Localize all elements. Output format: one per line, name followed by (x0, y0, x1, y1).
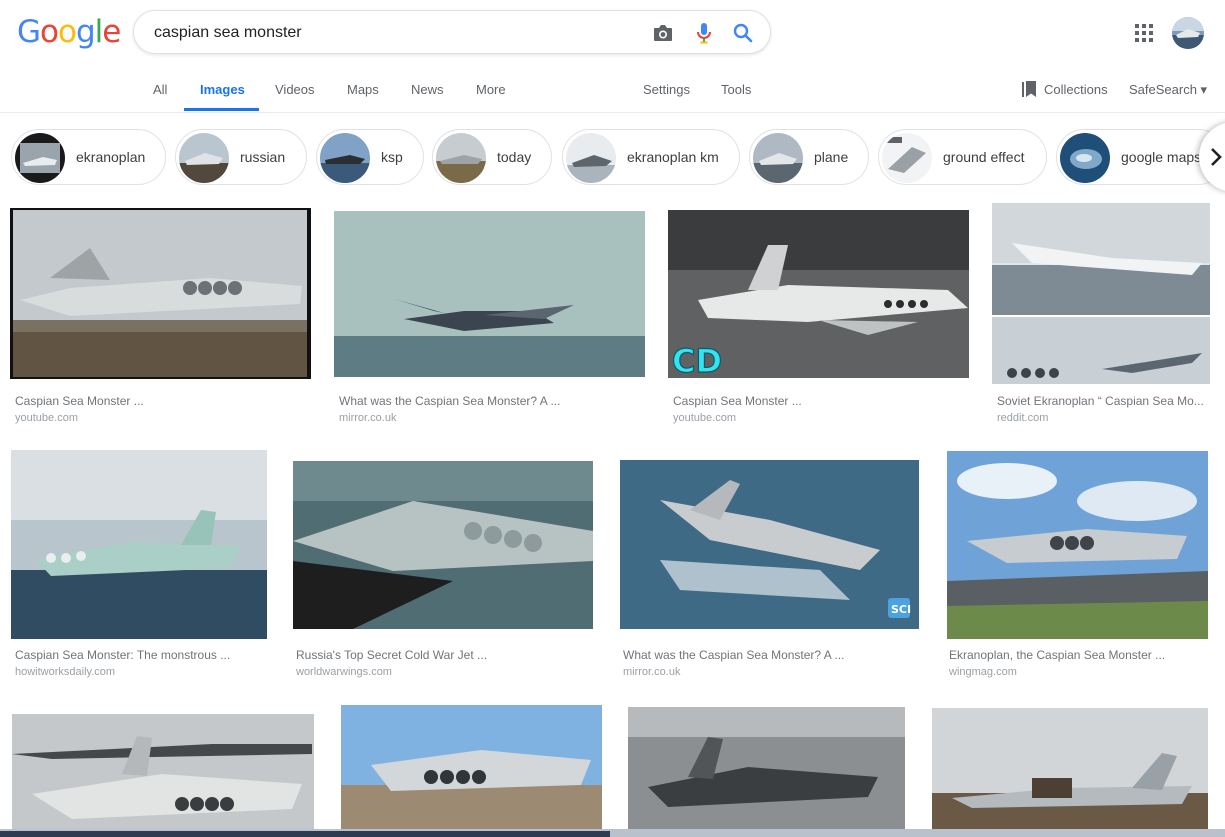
result-thumbnail (12, 714, 314, 829)
search-box[interactable] (133, 10, 771, 54)
chip-thumbnail (882, 133, 932, 183)
safesearch-dropdown[interactable]: SafeSearch ▾ (1129, 82, 1207, 98)
result-title: Caspian Sea Monster: The monstrous ... (15, 648, 231, 662)
microphone-icon[interactable] (693, 22, 715, 44)
image-result[interactable]: Soviet Ekranoplan “ Caspian Sea Mo... re… (992, 203, 1210, 428)
chip-label: google maps (1121, 149, 1202, 165)
chip-ekranoplan[interactable]: ekranoplan (11, 129, 166, 185)
image-result[interactable] (628, 707, 905, 829)
image-result[interactable] (12, 714, 314, 829)
image-result[interactable]: What was the Caspian Sea Monster? A ... … (334, 208, 645, 428)
result-thumbnail: SCI (620, 460, 919, 629)
related-searches-bar: ekranoplan russian ksp today ekranoplan … (0, 129, 1225, 187)
chip-thumbnail (1060, 133, 1110, 183)
chip-thumbnail (753, 133, 803, 183)
result-title: Caspian Sea Monster ... (673, 394, 802, 408)
image-result[interactable]: SCI What was the Caspian Sea Monster? A … (618, 450, 921, 682)
image-result[interactable]: Russia's Top Secret Cold War Jet ... wor… (291, 450, 595, 682)
apps-grid-icon[interactable] (1134, 23, 1154, 43)
image-result[interactable] (340, 704, 602, 829)
result-thumbnail (334, 211, 645, 377)
tab-news[interactable]: News (411, 82, 444, 97)
chip-thumbnail (15, 133, 65, 183)
result-thumbnail (932, 708, 1208, 829)
result-title: Russia's Top Secret Cold War Jet ... (296, 648, 488, 662)
chip-today[interactable]: today (432, 129, 552, 185)
result-source: youtube.com (15, 412, 78, 424)
chip-thumbnail (566, 133, 616, 183)
chip-ground-effect[interactable]: ground effect (878, 129, 1047, 185)
avatar[interactable] (1172, 17, 1204, 49)
chip-thumbnail (179, 133, 229, 183)
tab-videos[interactable]: Videos (275, 82, 315, 97)
chip-label: ekranoplan (76, 149, 146, 165)
horizontal-scrollbar[interactable] (0, 829, 1225, 837)
tab-more[interactable]: More (476, 82, 506, 97)
result-thumbnail (992, 203, 1210, 384)
result-title: Ekranoplan, the Caspian Sea Monster ... (949, 648, 1166, 662)
chip-plane[interactable]: plane (749, 129, 869, 185)
result-title: What was the Caspian Sea Monster? A ... (339, 394, 561, 408)
chip-label: ksp (381, 149, 403, 165)
result-title: Soviet Ekranoplan “ Caspian Sea Mo... (997, 394, 1204, 408)
result-source: wingmag.com (949, 666, 1017, 678)
result-thumbnail (293, 461, 593, 629)
image-result[interactable]: Caspian Sea Monster ... youtube.com (10, 208, 311, 428)
chip-thumbnail (436, 133, 486, 183)
bookmark-icon (1022, 81, 1036, 97)
chip-label: ekranoplan km (627, 149, 719, 165)
chip-label: plane (814, 149, 849, 165)
search-tabs: All Images Videos Maps News More Setting… (0, 70, 1225, 113)
scrollbar-thumb[interactable] (0, 831, 610, 837)
tab-maps[interactable]: Maps (347, 82, 379, 97)
chevron-right-icon (1211, 148, 1222, 166)
search-icon[interactable] (732, 22, 754, 44)
camera-icon[interactable] (652, 22, 674, 44)
result-source: worldwarwings.com (296, 666, 392, 678)
result-source: mirror.co.uk (623, 666, 681, 678)
search-input[interactable] (154, 23, 624, 43)
result-title: What was the Caspian Sea Monster? A ... (623, 648, 845, 662)
image-result[interactable]: CD Caspian Sea Monster ... youtube.com (668, 208, 969, 428)
result-thumbnail (10, 208, 311, 379)
active-tab-indicator (184, 108, 259, 111)
image-result[interactable]: Ekranoplan, the Caspian Sea Monster ... … (947, 450, 1208, 682)
result-title: Caspian Sea Monster ... (15, 394, 144, 408)
tab-images[interactable]: Images (200, 82, 245, 97)
result-thumbnail (628, 707, 905, 829)
chip-russian[interactable]: russian (175, 129, 307, 185)
chip-ekranoplan-km[interactable]: ekranoplan km (562, 129, 740, 185)
settings-link[interactable]: Settings (643, 82, 690, 97)
result-overlay-logo: CD (672, 342, 722, 378)
collections-link[interactable]: Collections (1021, 80, 1108, 98)
safesearch-label: SafeSearch (1129, 82, 1197, 97)
tab-all[interactable]: All (153, 82, 167, 97)
chip-label: today (497, 149, 532, 165)
result-thumbnail: CD (668, 210, 969, 378)
result-source: youtube.com (673, 412, 736, 424)
result-overlay-logo: SCI (891, 603, 911, 616)
chip-label: ground effect (943, 149, 1025, 165)
result-thumbnail (341, 705, 602, 829)
google-logo[interactable]: Google (17, 14, 121, 50)
result-source: howitworksdaily.com (15, 666, 116, 678)
result-source: reddit.com (997, 412, 1049, 424)
result-source: mirror.co.uk (339, 412, 397, 424)
result-thumbnail (947, 451, 1208, 639)
result-thumbnail (11, 450, 267, 639)
collections-label: Collections (1044, 81, 1108, 97)
chip-ksp[interactable]: ksp (316, 129, 424, 185)
image-result[interactable]: Caspian Sea Monster: The monstrous ... h… (11, 450, 267, 682)
image-result[interactable] (931, 707, 1208, 829)
chip-thumbnail (320, 133, 370, 183)
tools-link[interactable]: Tools (721, 82, 751, 97)
chip-label: russian (240, 149, 286, 165)
